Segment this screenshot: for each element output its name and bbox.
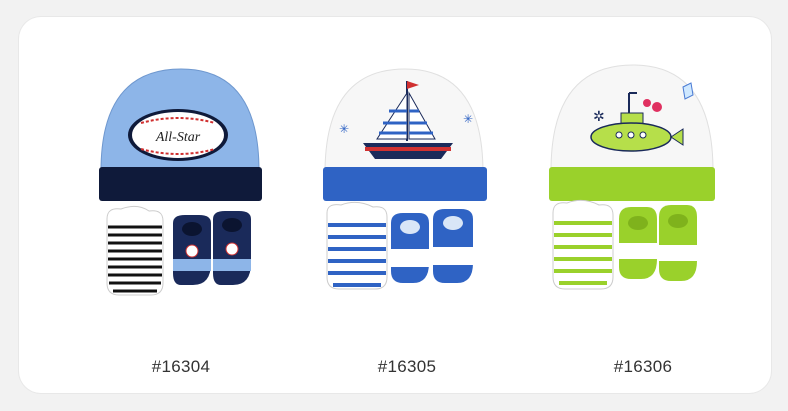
product-sku-label: #16306 <box>613 357 673 376</box>
bootie-pair-icon <box>391 209 473 283</box>
product-16306[interactable]: ✲ #16306 <box>543 63 743 376</box>
product-card: All-Star #16304 ✳ ✳ #16305 ✲ #16306 <box>19 17 771 393</box>
baseball-hat-set-image: All-Star <box>99 68 262 296</box>
product-sku-label: #16305 <box>377 357 437 376</box>
hat-script-text: All-Star <box>155 130 201 145</box>
sailboat-hat-set-image: ✳ ✳ <box>323 68 487 290</box>
submarine-hat-set-image: ✲ <box>549 64 715 290</box>
svg-text:✲: ✲ <box>593 109 605 125</box>
striped-mitten-icon <box>326 201 388 290</box>
svg-text:✳: ✳ <box>339 122 349 136</box>
striped-mitten-icon <box>552 199 614 290</box>
product-sku-label: #16304 <box>151 357 211 376</box>
striped-mitten-icon <box>106 205 164 296</box>
product-16305[interactable]: ✳ ✳ #16305 <box>307 63 507 376</box>
product-16304[interactable]: All-Star #16304 <box>81 63 281 376</box>
bootie-pair-icon <box>173 211 251 285</box>
bootie-pair-icon <box>619 205 697 281</box>
svg-text:✳: ✳ <box>463 112 473 126</box>
